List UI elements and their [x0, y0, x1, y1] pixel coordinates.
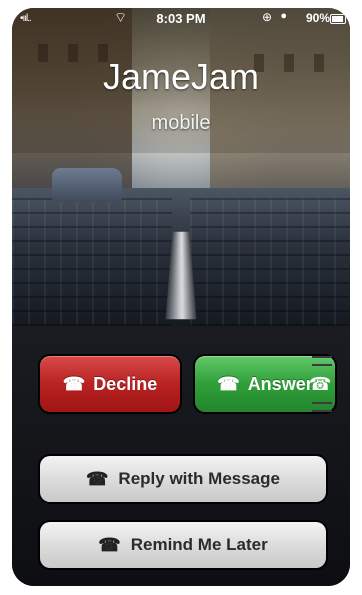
hang-up-icon: ☎ — [309, 374, 332, 394]
handle-line — [312, 402, 332, 404]
hang-up-icon: ☎ — [62, 373, 86, 394]
caller-number-type: mobile — [151, 112, 211, 134]
handle-line — [312, 356, 332, 358]
cobblestones-right — [190, 198, 350, 326]
battery-percent: 90% — [305, 11, 330, 25]
incoming-call-screen: •ııl.. ⌔ 8:03 PM ⊕ ● 90% JameJam mobile … — [12, 8, 350, 586]
answer-label: Answer — [247, 373, 313, 394]
remind-me-later-button[interactable]: ☎ Remind Me Later — [40, 522, 326, 568]
phone-icon: ☎ — [217, 373, 240, 394]
caller-name: JameJam — [102, 56, 260, 97]
cobblestones-left — [12, 198, 172, 326]
remind-label: Remind Me Later — [130, 535, 268, 554]
handle-line — [312, 410, 332, 412]
decline-button[interactable]: ☎ Decline — [40, 356, 180, 412]
status-time: 8:03 PM — [156, 11, 206, 26]
hang-up-icon: ☎ — [86, 468, 109, 489]
more-options-handle[interactable]: ☎ — [306, 348, 336, 420]
alarm-icon: ● — [280, 10, 287, 22]
reply-label: Reply with Message — [118, 469, 280, 488]
status-bar: •ııl.. ⌔ 8:03 PM ⊕ ● 90% — [12, 8, 350, 28]
handle-line — [312, 364, 332, 366]
rotation-lock-icon: ⊕ — [261, 10, 272, 24]
parked-car — [52, 168, 122, 202]
battery-icon — [330, 14, 346, 24]
decline-label: Decline — [93, 373, 158, 394]
reply-with-message-button[interactable]: ☎ Reply with Message — [40, 456, 326, 502]
hang-up-icon: ☎ — [98, 534, 121, 555]
